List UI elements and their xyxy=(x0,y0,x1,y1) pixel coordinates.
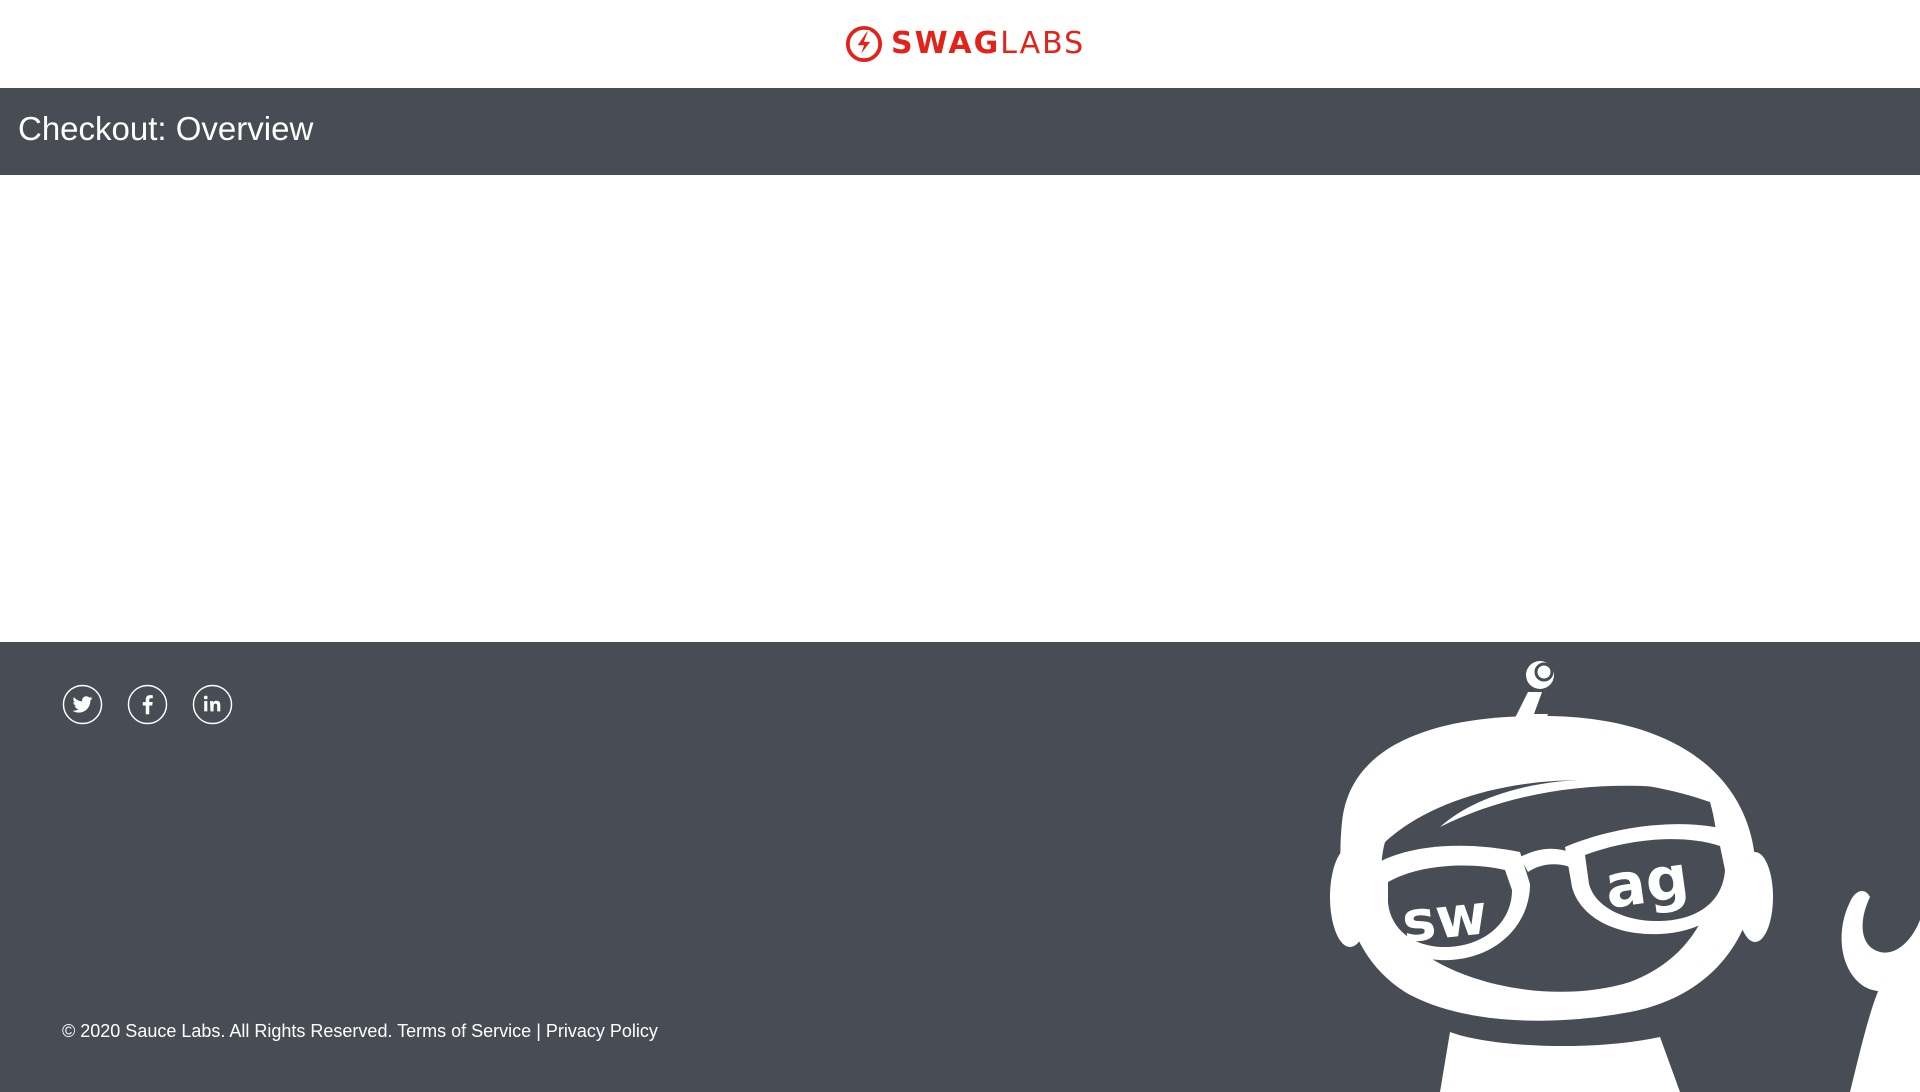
footer-copy: © 2020 Sauce Labs. All Rights Reserved. … xyxy=(62,1021,658,1042)
logo-text-swag: SWAG xyxy=(891,26,1001,61)
terms-of-service-link[interactable]: Terms of Service xyxy=(397,1021,531,1041)
swag-robot-mascot: sw ag xyxy=(1330,652,1920,1092)
facebook-link[interactable] xyxy=(127,684,168,725)
linkedin-icon xyxy=(192,684,233,725)
twitter-icon xyxy=(62,684,103,725)
app-header: SWAGLABS xyxy=(0,0,1920,88)
logo-text-labs: LABS xyxy=(1000,26,1086,61)
swag-labs-logo: SWAGLABS xyxy=(845,24,1085,64)
svg-text:sw: sw xyxy=(1399,882,1490,956)
page: SWAGLABS Checkout: Overview © 2020 Sauce… xyxy=(0,0,1920,1092)
bolt-circle-icon xyxy=(845,25,883,63)
logo-wordmark: SWAGLABS xyxy=(891,24,1085,64)
robot-mascot-illustration: sw ag xyxy=(1330,661,1920,1092)
checkout-summary-container xyxy=(0,175,1920,642)
footer-separator: | xyxy=(536,1021,541,1041)
page-title: Checkout: Overview xyxy=(18,110,314,147)
linkedin-link[interactable] xyxy=(192,684,233,725)
copyright-text: © 2020 Sauce Labs. All Rights Reserved. xyxy=(62,1021,393,1041)
footer: © 2020 Sauce Labs. All Rights Reserved. … xyxy=(0,642,1920,1092)
svg-text:ag: ag xyxy=(1601,842,1693,923)
twitter-link[interactable] xyxy=(62,684,103,725)
privacy-policy-link[interactable]: Privacy Policy xyxy=(546,1021,658,1041)
facebook-icon xyxy=(127,684,168,725)
secondary-header: Checkout: Overview xyxy=(0,88,1920,175)
